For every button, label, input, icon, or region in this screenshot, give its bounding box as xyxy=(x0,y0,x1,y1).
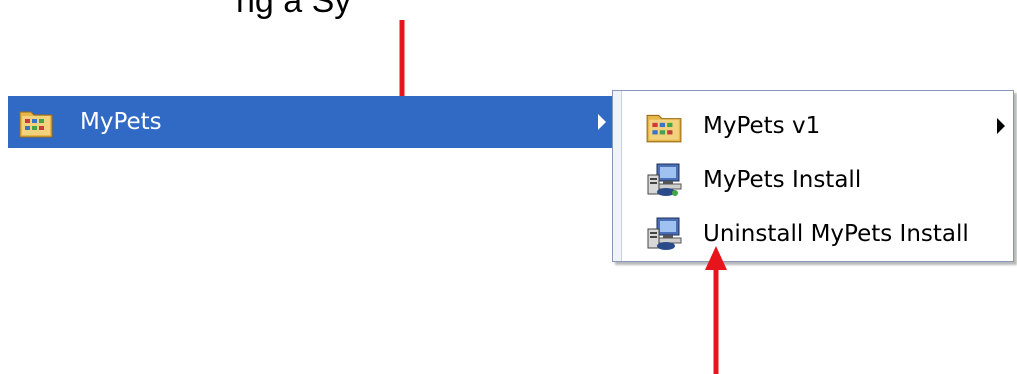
submenu-item-mypets-v1[interactable]: MyPets v1 xyxy=(623,99,1011,153)
caption-fragment: ng a Sy xyxy=(236,0,352,20)
start-menu-item-mypets[interactable]: MyPets xyxy=(8,96,618,148)
submenu-item-label: Uninstall MyPets Install xyxy=(703,221,969,247)
submenu-mypets: MyPets v1 MyPets Install Uninstall MyPet… xyxy=(612,90,1014,262)
installer-icon xyxy=(645,161,683,199)
program-folder-icon xyxy=(645,107,683,145)
program-folder-icon xyxy=(18,104,54,140)
submenu-item-uninstall-mypets-install[interactable]: Uninstall MyPets Install xyxy=(623,207,1011,261)
submenu-arrow-icon xyxy=(598,114,606,130)
annotation-arrow-up xyxy=(704,246,728,374)
submenu-arrow-icon xyxy=(997,118,1005,134)
submenu-item-label: MyPets v1 xyxy=(703,113,821,139)
menu-item-label: MyPets xyxy=(80,109,162,135)
submenu-item-label: MyPets Install xyxy=(703,167,862,193)
installer-icon xyxy=(645,215,683,253)
submenu-item-mypets-install[interactable]: MyPets Install xyxy=(623,153,1011,207)
